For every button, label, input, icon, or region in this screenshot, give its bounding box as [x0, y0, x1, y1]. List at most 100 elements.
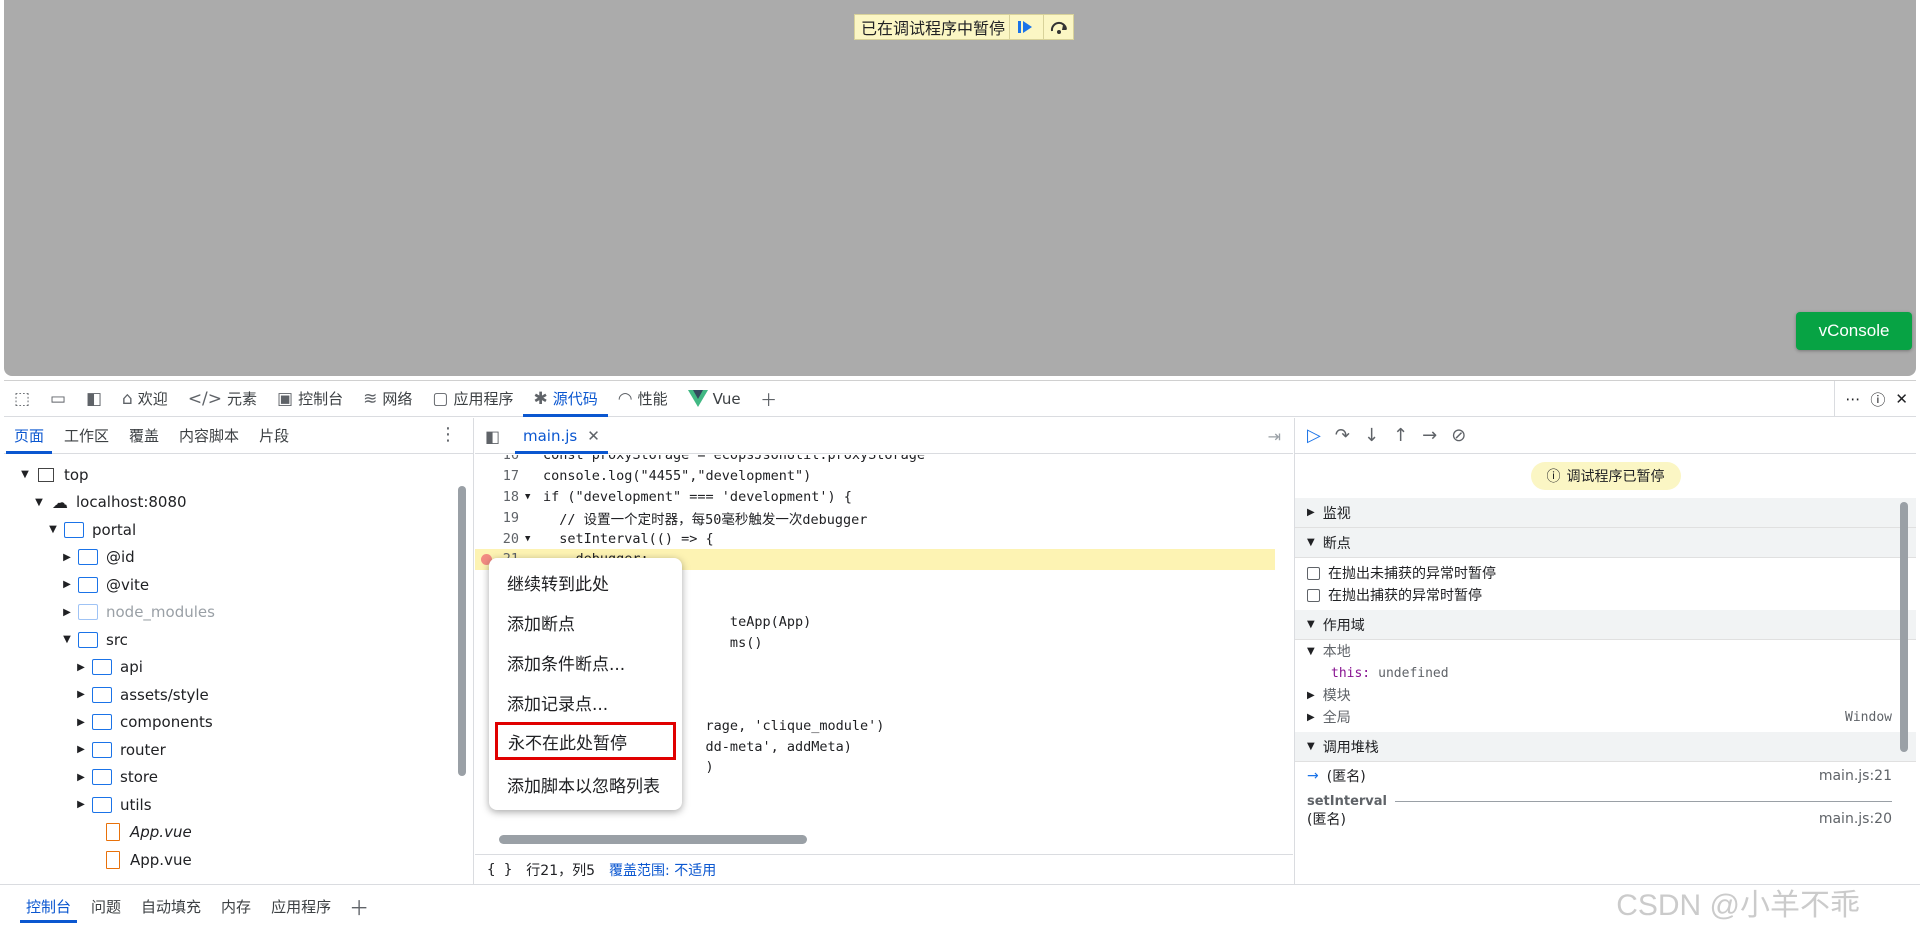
tree-item[interactable]: ▼ top	[4, 461, 456, 489]
navigator-scrollbar[interactable]	[458, 466, 466, 866]
scope-local[interactable]: ▼ 本地	[1295, 640, 1916, 662]
folder-icon	[92, 714, 112, 731]
add-tab-icon[interactable]: ＋	[751, 381, 787, 417]
collapsed-triangle-icon: ▶	[77, 771, 85, 783]
page-viewport: 已在调试程序中暂停 vConsole	[4, 0, 1916, 376]
scrollbar-thumb[interactable]	[1900, 502, 1908, 752]
editor-tab-main-js[interactable]: main.js ✕	[515, 417, 608, 454]
drawer-tab-autofill[interactable]: 自动填充	[131, 885, 211, 929]
home-icon: ⌂	[122, 388, 133, 409]
menu-continue-to-here[interactable]: 继续转到此处	[489, 562, 682, 602]
nav-tab-content-scripts[interactable]: 内容脚本	[169, 418, 249, 454]
tab-performance[interactable]: ◠ 性能	[608, 381, 678, 417]
tree-item[interactable]: ▼ ☁ localhost:8080	[4, 489, 456, 517]
resume-icon[interactable]: ▷	[1307, 425, 1321, 446]
scope-global[interactable]: ▶ 全局 Window	[1295, 706, 1916, 728]
tree-item[interactable]: ▼ portal	[4, 516, 456, 544]
folder-icon	[78, 576, 98, 593]
tab-console[interactable]: ▣ 控制台	[267, 381, 353, 417]
section-breakpoints[interactable]: ▼ 断点	[1295, 528, 1916, 558]
call-frame[interactable]: (匿名) main.js:20	[1295, 812, 1916, 826]
fold-triangle-icon[interactable]: ▼	[525, 534, 539, 544]
menu-add-logpoint[interactable]: 添加记录点...	[489, 682, 682, 722]
section-call-stack[interactable]: ▼ 调用堆栈	[1295, 732, 1916, 762]
toggle-debugger-icon[interactable]: ⇥	[1268, 427, 1281, 446]
close-tab-icon[interactable]: ✕	[587, 427, 600, 445]
async-separator: setInterval	[1295, 790, 1916, 812]
pause-uncaught-checkbox[interactable]	[1307, 566, 1320, 580]
tree-item[interactable]: ▶ components	[4, 709, 456, 737]
tab-network[interactable]: ≋ 网络	[353, 381, 422, 417]
editor-horizontal-scrollbar[interactable]	[489, 832, 1279, 846]
scope-module[interactable]: ▶ 模块	[1295, 684, 1916, 706]
kebab-menu-icon[interactable]: ⋮	[439, 424, 457, 445]
tree-item[interactable]: ▼ src	[4, 626, 456, 654]
pause-uncaught-row[interactable]: 在抛出未捕获的异常时暂停	[1295, 562, 1916, 584]
folder-icon	[64, 521, 84, 538]
tab-sources[interactable]: ✱ 源代码	[523, 381, 609, 417]
tree-item[interactable]: ▶ @id	[4, 544, 456, 572]
tree-item[interactable]: ▶ @vite	[4, 571, 456, 599]
tree-item[interactable]: ▶ assets/style	[4, 681, 456, 709]
drawer-tab-issues[interactable]: 问题	[81, 885, 131, 929]
menu-add-conditional-breakpoint[interactable]: 添加条件断点...	[489, 642, 682, 682]
code-line: 16 const proxyStorage = ecopsJsonUtil.pro…	[502, 455, 926, 464]
fold-triangle-icon[interactable]: ▼	[525, 492, 539, 502]
sidebar-scrollbar[interactable]	[1900, 502, 1908, 882]
vconsole-button[interactable]: vConsole	[1796, 312, 1912, 350]
scrollbar-thumb[interactable]	[458, 486, 466, 776]
more-icon[interactable]: ⋯	[1845, 390, 1860, 408]
step-icon[interactable]: →	[1422, 425, 1437, 446]
tree-item[interactable]: ▶ utils	[4, 791, 456, 819]
collapsed-triangle-icon: ▶	[1307, 507, 1315, 518]
tab-vue[interactable]: Vue	[678, 381, 751, 417]
scrollbar-thumb[interactable]	[499, 835, 807, 844]
step-over-icon[interactable]: ↷	[1335, 425, 1350, 446]
close-icon[interactable]: ✕	[1895, 390, 1908, 408]
step-into-icon[interactable]: ↓	[1364, 425, 1379, 446]
deactivate-breakpoints-icon[interactable]: ⊘	[1451, 425, 1466, 446]
tree-item[interactable]: ▶ router	[4, 736, 456, 764]
menu-add-breakpoint[interactable]: 添加断点	[489, 602, 682, 642]
tree-item[interactable]: ▶ store	[4, 764, 456, 792]
nav-tab-snippets[interactable]: 片段	[249, 418, 299, 454]
add-drawer-tab-icon[interactable]: ＋	[349, 892, 369, 921]
tab-welcome[interactable]: ⌂ 欢迎	[112, 381, 178, 417]
drawer-tab-application[interactable]: 应用程序	[261, 885, 341, 929]
nav-tab-workspace[interactable]: 工作区	[54, 418, 119, 454]
step-over-button[interactable]	[1043, 15, 1073, 39]
step-out-icon[interactable]: ↑	[1393, 425, 1408, 446]
coverage-link[interactable]: 覆盖范围: 不适用	[609, 860, 716, 880]
section-watch[interactable]: ▶ 监视	[1295, 498, 1916, 528]
tab-elements[interactable]: </> 元素	[178, 381, 267, 417]
main-tab-bar: ⬚ ▭ ◧ ⌂ 欢迎 </> 元素 ▣ 控制台 ≋ 网络 ▢ 应用程序 ✱ 源代码 ◠ 性能 …	[4, 381, 1916, 417]
dock-icon[interactable]: ◧	[76, 381, 112, 417]
drawer-tab-memory[interactable]: 内存	[211, 885, 261, 929]
tree-item[interactable]: App.vue	[4, 846, 456, 874]
pause-caught-row[interactable]: 在抛出捕获的异常时暂停	[1295, 584, 1916, 606]
section-scope[interactable]: ▼ 作用域	[1295, 610, 1916, 640]
call-frame-current[interactable]: → (匿名) main.js:21	[1295, 762, 1916, 790]
resume-button[interactable]	[1009, 15, 1039, 39]
tab-application[interactable]: ▢ 应用程序	[422, 381, 523, 417]
drawer-tab-console[interactable]: 控制台	[16, 885, 81, 929]
menu-add-to-ignore-list[interactable]: 添加脚本以忽略列表	[489, 764, 682, 804]
tree-item[interactable]: App.vue	[4, 819, 456, 847]
pause-caught-checkbox[interactable]	[1307, 588, 1320, 602]
pretty-print-icon[interactable]: { }	[487, 862, 512, 878]
expanded-triangle-icon: ▼	[49, 524, 57, 536]
tree-item[interactable]: ▶ api	[4, 654, 456, 682]
nav-tab-overrides[interactable]: 覆盖	[119, 418, 169, 454]
device-toolbar-icon[interactable]: ▭	[40, 381, 76, 417]
folder-icon	[78, 604, 98, 621]
toggle-navigator-icon[interactable]: ◧	[485, 427, 500, 446]
inspect-icon[interactable]: ⬚	[4, 381, 40, 417]
expanded-triangle-icon: ▼	[1307, 741, 1315, 752]
collapsed-triangle-icon: ▶	[63, 606, 71, 618]
nav-tab-page[interactable]: 页面	[4, 418, 54, 454]
help-icon[interactable]: ⓘ	[1870, 389, 1885, 410]
menu-never-pause-here[interactable]: 永不在此处暂停	[495, 722, 676, 760]
tree-item[interactable]: ▶ node_modules	[4, 599, 456, 627]
editor-tab-bar: ◧ main.js ✕ ⇥	[475, 417, 1293, 454]
folder-icon	[92, 686, 112, 703]
